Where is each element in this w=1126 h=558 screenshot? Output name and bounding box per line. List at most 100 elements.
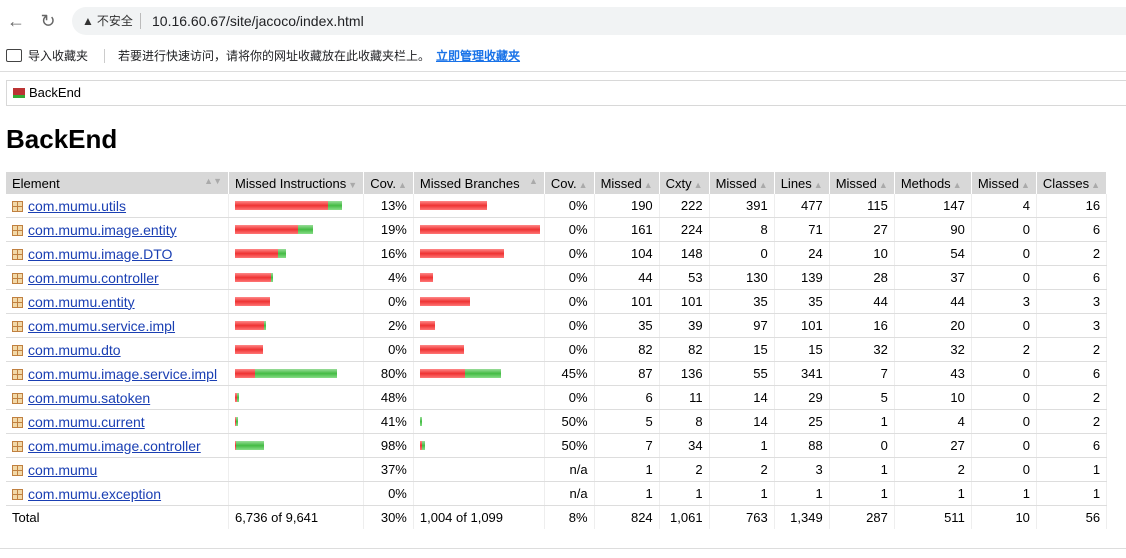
element-cell: com.mumu [6, 457, 229, 482]
classes: 6 [1036, 217, 1108, 242]
import-favorites-button[interactable]: 导入收藏夹 [6, 42, 88, 70]
package-link[interactable]: com.mumu [28, 462, 97, 478]
cxty: 148 [659, 241, 710, 266]
package-link[interactable]: com.mumu.dto [28, 342, 121, 358]
missed-bar [235, 297, 271, 306]
instructions-bar [235, 489, 357, 498]
sort-icon: ▲ [1091, 179, 1101, 190]
reload-icon[interactable]: ↻ [38, 11, 58, 31]
breadcrumb-item[interactable]: BackEnd [29, 85, 81, 100]
missed-bar [419, 369, 465, 378]
missed-instructions-cell [228, 194, 365, 218]
classes: 1 [1036, 457, 1108, 482]
missed-instructions-cell [228, 313, 365, 338]
package-link[interactable]: com.mumu.image.entity [28, 222, 177, 238]
missed-classes: 0 [971, 265, 1037, 290]
warning-icon: ▲ [82, 14, 94, 28]
col-instr-coverage[interactable]: Cov. ▲ [363, 172, 414, 194]
package-link[interactable]: com.mumu.current [28, 414, 145, 430]
total-lines: 1,349 [774, 505, 830, 529]
missed-instructions-cell [228, 337, 365, 362]
missed-lines: 130 [709, 265, 775, 290]
col-missed-methods[interactable]: Missed ▲ [829, 172, 895, 194]
classes: 6 [1036, 433, 1108, 458]
package-link[interactable]: com.mumu.image.DTO [28, 246, 172, 262]
package-link[interactable]: com.mumu.exception [28, 486, 161, 502]
element-cell: com.mumu.entity [6, 289, 229, 314]
col-missed-lines[interactable]: Missed ▲ [709, 172, 775, 194]
col-classes[interactable]: Classes ▲ [1036, 172, 1108, 194]
col-missed-classes[interactable]: Missed ▲ [971, 172, 1037, 194]
package-link[interactable]: com.mumu.image.controller [28, 438, 201, 454]
total-missed-lines: 763 [709, 505, 775, 529]
missed-branches-cell [413, 385, 545, 410]
sort-icon: ▲ [397, 179, 407, 190]
col-missed-instructions[interactable]: Missed Instructions ▼ [228, 172, 365, 194]
branches-bar [419, 417, 538, 426]
col-lines[interactable]: Lines ▲ [774, 172, 830, 194]
sort-desc-icon: ▼ [348, 179, 358, 190]
package-link[interactable]: com.mumu.image.service.impl [28, 366, 217, 382]
arrow-left-icon[interactable]: ← [6, 11, 26, 31]
branch-coverage: 0% [544, 337, 595, 362]
missed-classes: 0 [971, 313, 1037, 338]
missed-lines: 1 [709, 481, 775, 506]
missed-methods: 44 [829, 289, 895, 314]
cxty: 224 [659, 217, 710, 242]
missed-methods: 28 [829, 265, 895, 290]
branch-coverage: 0% [544, 385, 595, 410]
package-link[interactable]: com.mumu.service.impl [28, 318, 175, 334]
missed-methods: 16 [829, 313, 895, 338]
browser-toolbar: ← ↻ ▲ 不安全 10.16.60.67/site/jacoco/index.h… [0, 0, 1126, 42]
missed-classes: 0 [971, 241, 1037, 266]
missed-branches-cell [413, 481, 545, 506]
methods: 54 [894, 241, 972, 266]
col-missed-cxty[interactable]: Missed ▲ [594, 172, 660, 194]
address-bar[interactable]: ▲ 不安全 10.16.60.67/site/jacoco/index.html [72, 7, 1126, 35]
table-row: com.mumu.utils 13% 0% 190 222 391 477 115 147 4 16 [6, 194, 1108, 218]
methods: 44 [894, 289, 972, 314]
package-link[interactable]: com.mumu.utils [28, 198, 126, 214]
element-cell: com.mumu.utils [6, 194, 229, 218]
cxty: 39 [659, 313, 710, 338]
missed-branches-cell [413, 265, 545, 290]
manage-favorites-link[interactable]: 立即管理收藏夹 [436, 42, 520, 70]
methods: 90 [894, 217, 972, 242]
total-row: Total 6,736 of 9,641 30% 1,004 of 1,099 … [6, 505, 1108, 529]
sort-icon: ▲ [758, 179, 768, 190]
col-cxty[interactable]: Cxty ▲ [659, 172, 710, 194]
missed-bar [419, 297, 471, 306]
missed-cxty: 7 [594, 433, 660, 458]
col-element[interactable]: Element ▲▼ [6, 172, 229, 194]
branches-bar [419, 369, 538, 378]
security-indicator[interactable]: ▲ 不安全 [82, 12, 133, 30]
table-row: com.mumu.satoken 48% 0% 6 11 14 29 5 10 0 2 [6, 385, 1108, 410]
instr-coverage: 0% [363, 337, 414, 362]
url-text[interactable]: 10.16.60.67/site/jacoco/index.html [152, 12, 364, 30]
lines: 477 [774, 194, 830, 218]
package-link[interactable]: com.mumu.satoken [28, 390, 150, 406]
missed-lines: 8 [709, 217, 775, 242]
missed-branches-cell [413, 289, 545, 314]
total-methods: 511 [894, 505, 972, 529]
col-missed-branches[interactable]: Missed Branches ▲ [413, 172, 545, 194]
package-icon [12, 272, 23, 284]
col-branch-coverage[interactable]: Cov. ▲ [544, 172, 595, 194]
package-link[interactable]: com.mumu.entity [28, 294, 135, 310]
missed-cxty: 104 [594, 241, 660, 266]
element-cell: com.mumu.image.controller [6, 433, 229, 458]
sort-icon: ▲ [952, 179, 962, 190]
missed-cxty: 161 [594, 217, 660, 242]
instr-coverage: 4% [363, 265, 414, 290]
lines: 24 [774, 241, 830, 266]
instr-coverage: 37% [363, 457, 414, 482]
missed-methods: 10 [829, 241, 895, 266]
package-link[interactable]: com.mumu.controller [28, 270, 159, 286]
package-icon [12, 200, 23, 212]
element-cell: com.mumu.controller [6, 265, 229, 290]
col-methods[interactable]: Methods ▲ [894, 172, 972, 194]
cxty: 11 [659, 385, 710, 410]
lines: 341 [774, 361, 830, 386]
sort-icon: ▲ [693, 179, 703, 190]
branches-bar [419, 441, 538, 450]
